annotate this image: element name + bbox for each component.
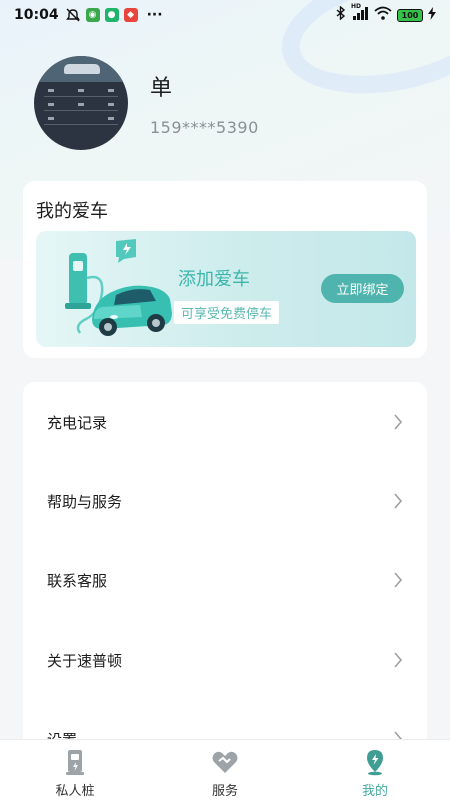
charging-icon xyxy=(428,6,436,24)
banner-title: 添加爱车 xyxy=(178,269,250,290)
battery-icon: 100 xyxy=(397,8,423,22)
my-car-card: 我的爱车 添加爱车 可享受免费停车 立即绑定 xyxy=(23,181,427,358)
mute-icon xyxy=(65,8,81,22)
menu-item-contact-support[interactable]: 联系客服 xyxy=(23,550,427,610)
avatar[interactable] xyxy=(34,56,128,150)
bottom-tab-bar: 私人桩 服务 我的 xyxy=(0,739,450,800)
shop-notification-icon: ◆ xyxy=(123,8,138,22)
menu-item-help-service[interactable]: 帮助与服务 xyxy=(23,471,427,531)
heart-handshake-icon xyxy=(212,751,238,773)
user-phone: 159****5390 xyxy=(150,117,259,137)
ev-charging-illustration xyxy=(65,239,172,336)
tab-label: 我的 xyxy=(361,784,388,799)
user-name: 单 xyxy=(150,75,173,101)
user-pin-icon xyxy=(367,750,383,776)
tab-label: 私人桩 xyxy=(55,784,95,799)
chevron-right-icon xyxy=(394,414,403,430)
tab-private-pile[interactable]: 私人桩 xyxy=(0,740,150,800)
banner-subtitle: 可享受免费停车 xyxy=(174,301,280,324)
chat-notification-icon: ● xyxy=(104,8,119,22)
menu-item-charging-records[interactable]: 充电记录 xyxy=(23,392,427,452)
menu-item-label: 帮助与服务 xyxy=(47,492,123,511)
app-notification-icon: ◉ xyxy=(85,8,100,22)
tab-service[interactable]: 服务 xyxy=(150,740,300,800)
status-bar: 10:04 ◉ ● ◆ ··· HD 100 xyxy=(0,0,450,30)
more-notifications-icon: ··· xyxy=(146,7,163,23)
menu-item-label: 充电记录 xyxy=(47,413,108,432)
chevron-right-icon xyxy=(394,652,403,668)
hd-label: HD xyxy=(351,2,362,10)
charger-pile-icon xyxy=(66,750,84,775)
tab-label: 服务 xyxy=(211,784,238,799)
status-time: 10:04 xyxy=(14,7,59,23)
menu-item-about[interactable]: 关于速普顿 xyxy=(23,630,427,690)
add-car-banner[interactable]: 添加爱车 可享受免费停车 立即绑定 xyxy=(36,231,416,347)
bind-now-button[interactable]: 立即绑定 xyxy=(321,274,404,303)
menu-card: 充电记录 帮助与服务 联系客服 关于速普顿 设置 xyxy=(23,382,427,800)
chevron-right-icon xyxy=(394,493,403,509)
wifi-icon xyxy=(374,6,392,24)
profile-header[interactable]: 单 159****5390 xyxy=(34,56,259,150)
chevron-right-icon xyxy=(394,572,403,588)
menu-item-label: 联系客服 xyxy=(47,571,108,590)
signal-icon: HD xyxy=(351,3,369,24)
tab-mine[interactable]: 我的 xyxy=(300,740,450,800)
menu-item-label: 关于速普顿 xyxy=(47,651,123,670)
my-car-title: 我的爱车 xyxy=(36,201,108,222)
bluetooth-icon xyxy=(336,5,346,24)
